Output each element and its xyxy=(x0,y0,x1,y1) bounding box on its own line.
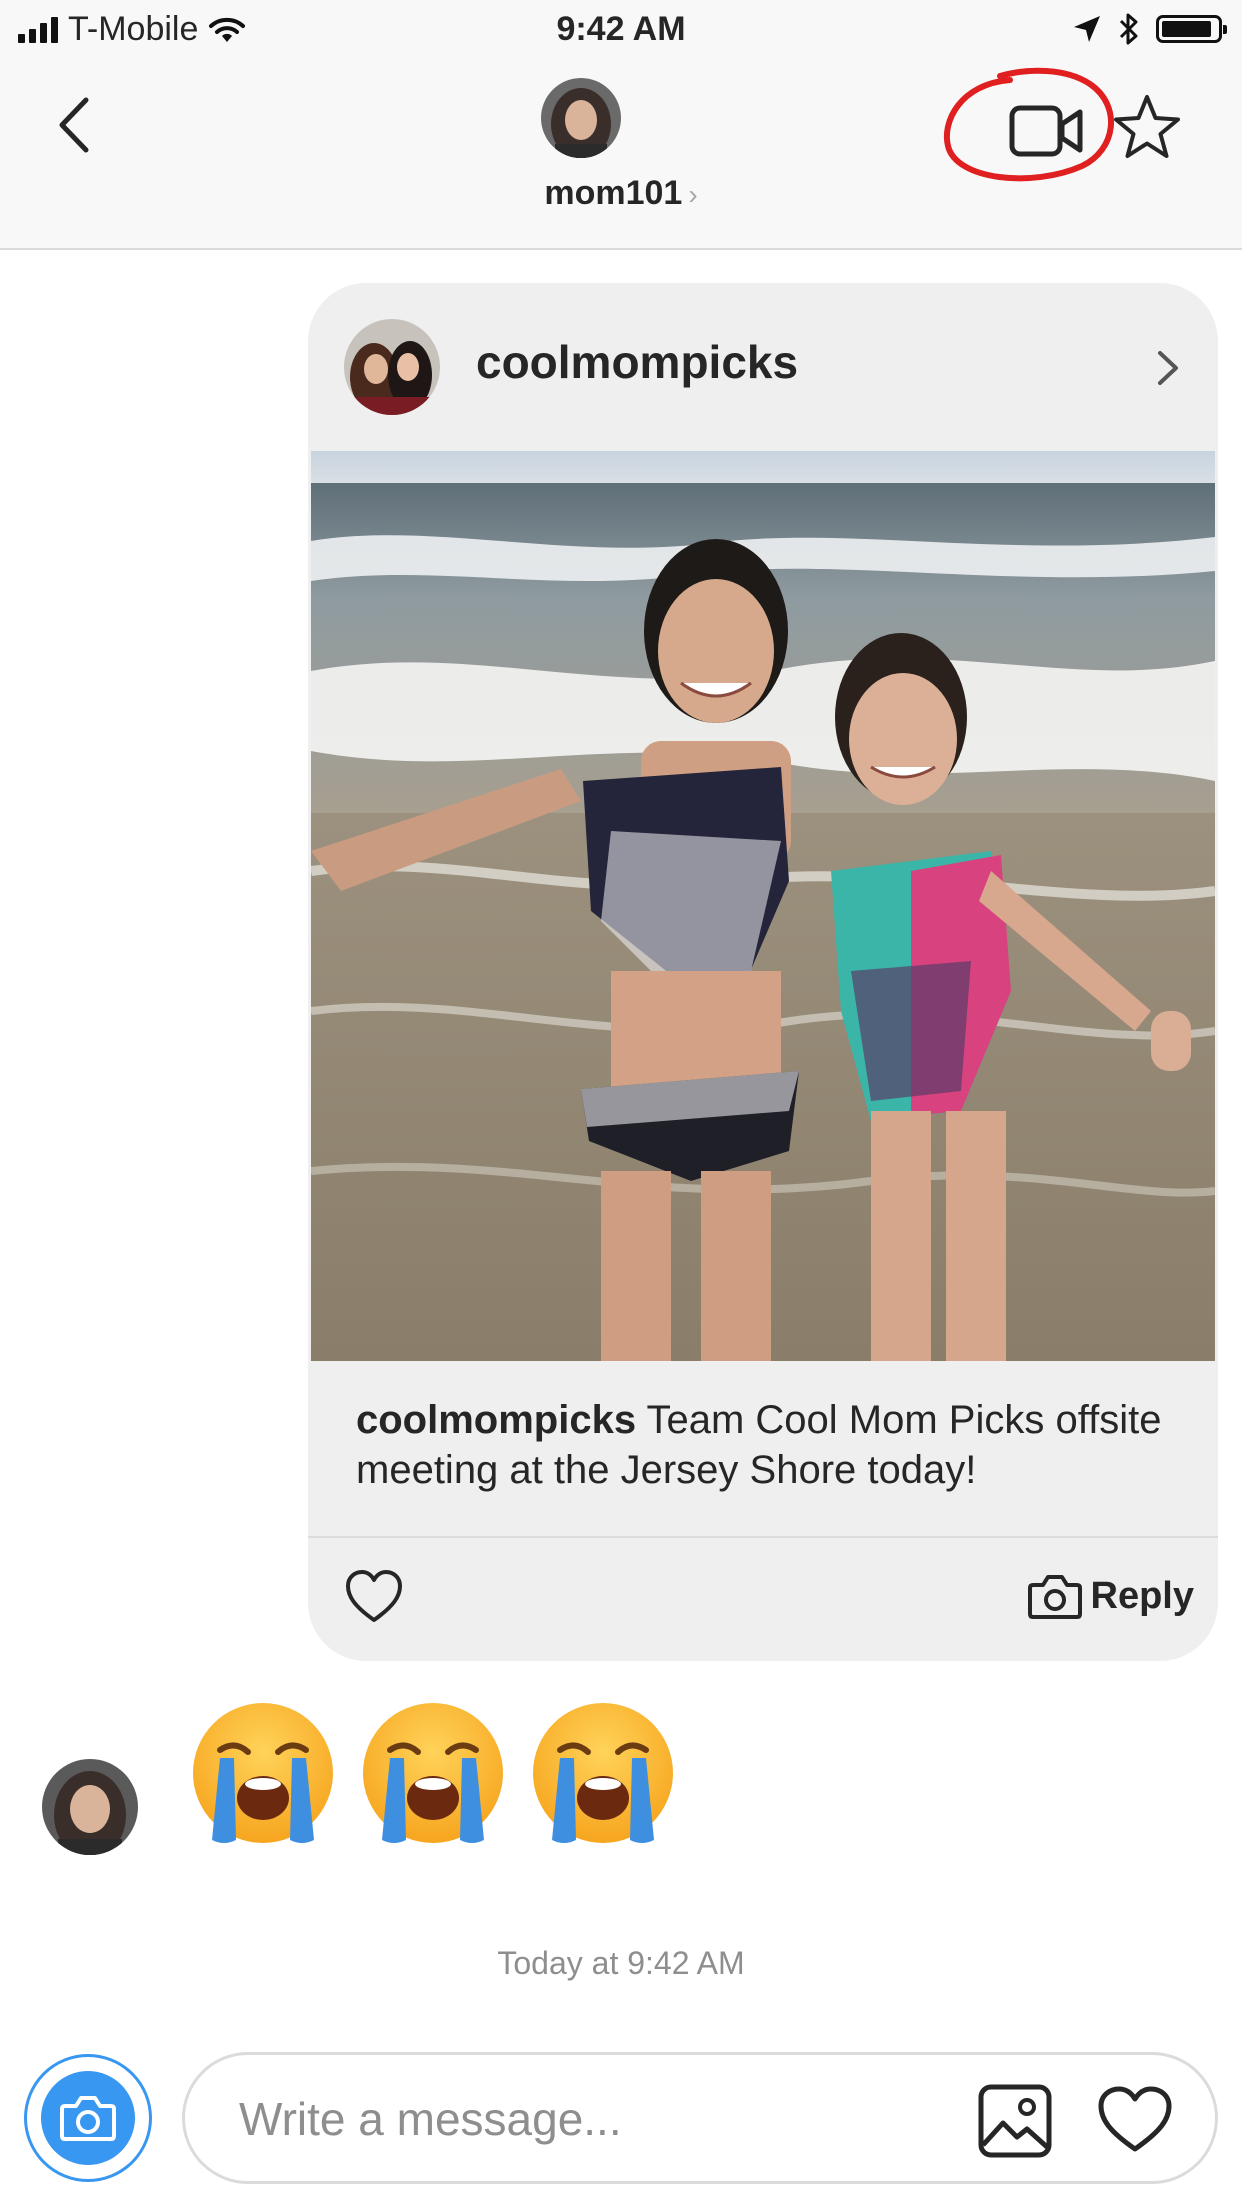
message-timestamp: Today at 9:42 AM xyxy=(497,1945,745,1981)
camera-button[interactable] xyxy=(24,2054,152,2182)
loudly-crying-face-icon xyxy=(363,1703,503,1843)
chat-header: mom101 › xyxy=(0,62,1242,250)
heart-icon[interactable] xyxy=(1097,2085,1173,2155)
shared-post-card[interactable]: coolmompicks coolmompicks Team Cool Mom … xyxy=(308,283,1218,1661)
conversation-title[interactable]: mom101 › xyxy=(0,174,1242,213)
avatar[interactable] xyxy=(541,78,621,158)
status-time: 9:42 AM xyxy=(556,10,686,48)
avatar[interactable] xyxy=(344,319,440,415)
location-arrow-icon xyxy=(1074,16,1100,42)
gallery-icon[interactable] xyxy=(977,2083,1053,2159)
shared-post-photo[interactable] xyxy=(311,451,1215,1361)
star-icon[interactable] xyxy=(1112,92,1182,162)
camera-icon xyxy=(60,2096,116,2141)
profile-photo-icon xyxy=(541,78,621,158)
heart-icon[interactable] xyxy=(344,1568,404,1628)
chevron-right-icon[interactable] xyxy=(1148,343,1188,393)
video-call-icon[interactable] xyxy=(1006,96,1086,166)
message-composer[interactable] xyxy=(182,2052,1218,2184)
profile-photo-icon xyxy=(344,319,440,415)
status-right xyxy=(1072,12,1227,46)
battery-icon xyxy=(1156,15,1227,43)
shared-post-caption: coolmompicks Team Cool Mom Picks offsite… xyxy=(356,1395,1186,1495)
username-label[interactable]: mom101 xyxy=(544,174,682,212)
profile-photo-icon xyxy=(42,1759,138,1855)
camera-button-fill[interactable] xyxy=(41,2071,135,2165)
chevron-right-icon: › xyxy=(688,179,698,210)
avatar[interactable] xyxy=(42,1759,138,1855)
reply-label[interactable]: Reply xyxy=(1091,1575,1194,1618)
shared-post-username[interactable]: coolmompicks xyxy=(476,335,798,389)
emoji-message[interactable] xyxy=(190,1700,676,1846)
camera-icon xyxy=(1027,1575,1082,1619)
divider xyxy=(308,1536,1218,1538)
bluetooth-icon xyxy=(1119,13,1138,45)
loudly-crying-face-icon xyxy=(533,1703,673,1843)
status-bar: T-Mobile 9:42 AM xyxy=(0,0,1242,62)
message-input[interactable] xyxy=(237,2081,941,2157)
shared-post-header[interactable]: coolmompicks xyxy=(308,283,1218,451)
back-icon[interactable] xyxy=(48,90,108,160)
caption-username[interactable]: coolmompicks xyxy=(356,1398,636,1442)
reply-button[interactable]: Reply xyxy=(1027,1571,1194,1621)
loudly-crying-face-icon xyxy=(193,1703,333,1843)
